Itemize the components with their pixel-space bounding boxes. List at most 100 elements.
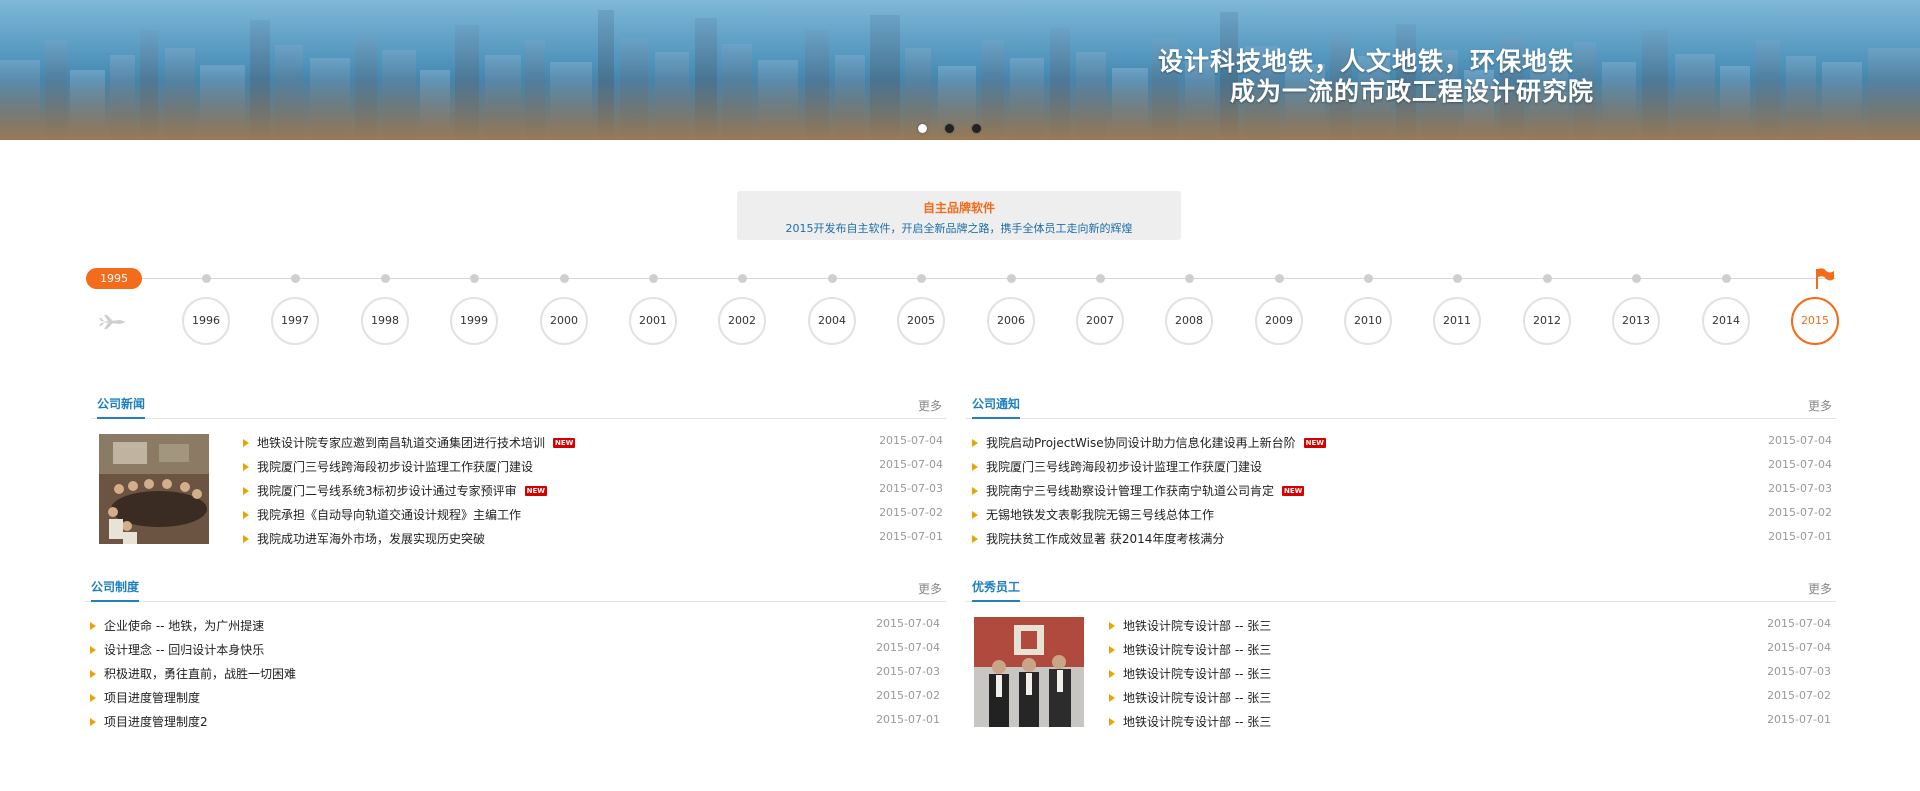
list-item[interactable]: 无锡地铁发文表彰我院无锡三号线总体工作 2015-07-02 bbox=[972, 506, 1832, 523]
timeline-year-2009[interactable]: 2009 bbox=[1255, 297, 1303, 345]
timeline-year-1996[interactable]: 1996 bbox=[182, 297, 230, 345]
list-item[interactable]: 我院厦门三号线跨海段初步设计监理工作获厦门建设 2015-07-04 bbox=[243, 458, 943, 475]
list-item[interactable]: 设计理念 -- 回归设计本身快乐 2015-07-04 bbox=[90, 641, 940, 658]
list-item-title[interactable]: 地铁设计院专家应邀到南昌轨道交通集团进行技术培训 bbox=[257, 436, 545, 450]
staff-photo-image[interactable] bbox=[974, 617, 1084, 727]
timeline-year-2006[interactable]: 2006 bbox=[987, 297, 1035, 345]
list-item-title[interactable]: 项目进度管理制度 bbox=[104, 691, 200, 705]
list-item[interactable]: 我院厦门二号线系统3标初步设计通过专家预评审 NEW 2015-07-03 bbox=[243, 482, 943, 499]
panel-header: 公司新闻 更多 bbox=[91, 392, 946, 419]
list-item[interactable]: 积极进取，勇往直前，战胜一切困难 2015-07-03 bbox=[90, 665, 940, 682]
timeline-marker bbox=[1096, 274, 1105, 283]
list-item-title[interactable]: 我院厦门三号线跨海段初步设计监理工作获厦门建设 bbox=[257, 460, 533, 474]
timeline-start-year[interactable]: 1995 bbox=[86, 268, 142, 289]
list-item[interactable]: 我院承担《自动导向轨道交通设计规程》主编工作 2015-07-02 bbox=[243, 506, 943, 523]
list-item-title[interactable]: 地铁设计院专设计部 -- 张三 bbox=[1123, 619, 1271, 633]
timeline-marker bbox=[202, 274, 211, 283]
city-skyline-image bbox=[0, 10, 1920, 140]
list-item-title[interactable]: 我院厦门二号线系统3标初步设计通过专家预评审 bbox=[257, 484, 517, 498]
list-item[interactable]: 地铁设计院专设计部 -- 张三 2015-07-04 bbox=[1109, 641, 1831, 658]
timeline-year-2014[interactable]: 2014 bbox=[1702, 297, 1750, 345]
timeline-year-2010[interactable]: 2010 bbox=[1344, 297, 1392, 345]
timeline-marker bbox=[470, 274, 479, 283]
list-item-title[interactable]: 我院启动ProjectWise协同设计助力信息化建设再上新台阶 bbox=[986, 436, 1296, 450]
panel-header: 优秀员工 更多 bbox=[966, 575, 1836, 602]
list-item-date: 2015-07-04 bbox=[879, 458, 943, 471]
timeline-marker bbox=[1007, 274, 1016, 283]
list-item-date: 2015-07-01 bbox=[1767, 713, 1831, 726]
list-item-title[interactable]: 地铁设计院专设计部 -- 张三 bbox=[1123, 715, 1271, 729]
list-item-title[interactable]: 地铁设计院专设计部 -- 张三 bbox=[1123, 667, 1271, 681]
list-item-title[interactable]: 地铁设计院专设计部 -- 张三 bbox=[1123, 691, 1271, 705]
timeline-year-2015[interactable]: 2015 bbox=[1791, 297, 1839, 345]
list-item-date: 2015-07-01 bbox=[876, 713, 940, 726]
timeline-year-2002[interactable]: 2002 bbox=[718, 297, 766, 345]
more-link[interactable]: 更多 bbox=[1808, 397, 1832, 414]
bullet-arrow-icon bbox=[90, 670, 96, 678]
timeline-year-2001[interactable]: 2001 bbox=[629, 297, 677, 345]
timeline-year-2013[interactable]: 2013 bbox=[1612, 297, 1660, 345]
list-item[interactable]: 我院南宁三号线勘察设计管理工作获南宁轨道公司肯定 NEW 2015-07-03 bbox=[972, 482, 1832, 499]
feature-subtitle: 2015开发布自主软件，开启全新品牌之路，携手全体员工走向新的辉煌 bbox=[785, 222, 1133, 235]
carousel-dot-active[interactable] bbox=[945, 124, 954, 133]
list-item-date: 2015-07-04 bbox=[1767, 641, 1831, 654]
list-item-title[interactable]: 我院厦门三号线跨海段初步设计监理工作获厦门建设 bbox=[986, 460, 1262, 474]
bullet-arrow-icon bbox=[243, 487, 249, 495]
carousel-dots bbox=[918, 124, 981, 133]
bullet-arrow-icon bbox=[972, 511, 978, 519]
bullet-arrow-icon bbox=[90, 622, 96, 630]
timeline-year-1998[interactable]: 1998 bbox=[361, 297, 409, 345]
list-item[interactable]: 项目进度管理制度2 2015-07-01 bbox=[90, 713, 940, 730]
list-item-title[interactable]: 我院扶贫工作成效显著 获2014年度考核满分 bbox=[986, 532, 1224, 546]
timeline-marker bbox=[1275, 274, 1284, 283]
bullet-arrow-icon bbox=[90, 646, 96, 654]
more-link[interactable]: 更多 bbox=[1808, 580, 1832, 597]
list-item-date: 2015-07-01 bbox=[1768, 530, 1832, 543]
list-item-date: 2015-07-04 bbox=[1768, 458, 1832, 471]
list-item-title[interactable]: 企业使命 -- 地铁，为广州提速 bbox=[104, 619, 264, 633]
timeline-year-2012[interactable]: 2012 bbox=[1523, 297, 1571, 345]
bullet-arrow-icon bbox=[243, 535, 249, 543]
timeline-marker bbox=[738, 274, 747, 283]
timeline-marker bbox=[1632, 274, 1641, 283]
list-item-title[interactable]: 地铁设计院专设计部 -- 张三 bbox=[1123, 643, 1271, 657]
carousel-dot[interactable] bbox=[972, 124, 981, 133]
list-item[interactable]: 地铁设计院专设计部 -- 张三 2015-07-01 bbox=[1109, 713, 1831, 730]
bullet-arrow-icon bbox=[972, 487, 978, 495]
list-item[interactable]: 地铁设计院专设计部 -- 张三 2015-07-04 bbox=[1109, 617, 1831, 634]
list-item[interactable]: 企业使命 -- 地铁，为广州提速 2015-07-04 bbox=[90, 617, 940, 634]
timeline-year-2011[interactable]: 2011 bbox=[1433, 297, 1481, 345]
hero-banner[interactable]: 设计科技地铁，人文地铁，环保地铁 成为一流的市政工程设计研究院 bbox=[0, 0, 1920, 140]
new-badge: NEW bbox=[1303, 438, 1327, 448]
list-item[interactable]: 我院扶贫工作成效显著 获2014年度考核满分 2015-07-01 bbox=[972, 530, 1832, 547]
timeline-year-2007[interactable]: 2007 bbox=[1076, 297, 1124, 345]
list-item-title[interactable]: 积极进取，勇往直前，战胜一切困难 bbox=[104, 667, 296, 681]
timeline-year-2008[interactable]: 2008 bbox=[1165, 297, 1213, 345]
timeline-year-2000[interactable]: 2000 bbox=[540, 297, 588, 345]
timeline-year-1999[interactable]: 1999 bbox=[450, 297, 498, 345]
list-item-title[interactable]: 我院南宁三号线勘察设计管理工作获南宁轨道公司肯定 bbox=[986, 484, 1274, 498]
timeline: 1995 1996 1997 1998 1999 2000 2001 2002 2004 200… bbox=[0, 262, 1920, 352]
list-item-title[interactable]: 我院成功进军海外市场，发展实现历史突破 bbox=[257, 532, 485, 546]
more-link[interactable]: 更多 bbox=[918, 397, 942, 414]
bullet-arrow-icon bbox=[1109, 694, 1115, 702]
list-item[interactable]: 我院启动ProjectWise协同设计助力信息化建设再上新台阶 NEW 2015-0… bbox=[972, 434, 1832, 451]
list-item-title[interactable]: 我院承担《自动导向轨道交通设计规程》主编工作 bbox=[257, 508, 521, 522]
news-thumbnail-image[interactable] bbox=[99, 434, 209, 544]
list-item-title[interactable]: 项目进度管理制度2 bbox=[104, 715, 208, 729]
list-item-title[interactable]: 无锡地铁发文表彰我院无锡三号线总体工作 bbox=[986, 508, 1214, 522]
timeline-year-2004[interactable]: 2004 bbox=[808, 297, 856, 345]
list-item[interactable]: 地铁设计院专设计部 -- 张三 2015-07-02 bbox=[1109, 689, 1831, 706]
list-item-title[interactable]: 设计理念 -- 回归设计本身快乐 bbox=[104, 643, 264, 657]
list-item[interactable]: 地铁设计院专设计部 -- 张三 2015-07-03 bbox=[1109, 665, 1831, 682]
list-item[interactable]: 我院成功进军海外市场，发展实现历史突破 2015-07-01 bbox=[243, 530, 943, 547]
list-item[interactable]: 我院厦门三号线跨海段初步设计监理工作获厦门建设 2015-07-04 bbox=[972, 458, 1832, 475]
more-link[interactable]: 更多 bbox=[918, 580, 942, 597]
list-item-date: 2015-07-04 bbox=[879, 434, 943, 447]
list-item[interactable]: 项目进度管理制度 2015-07-02 bbox=[90, 689, 940, 706]
timeline-year-2005[interactable]: 2005 bbox=[897, 297, 945, 345]
timeline-year-1997[interactable]: 1997 bbox=[271, 297, 319, 345]
list-item[interactable]: 地铁设计院专家应邀到南昌轨道交通集团进行技术培训 NEW 2015-07-04 bbox=[243, 434, 943, 451]
bullet-arrow-icon bbox=[243, 439, 249, 447]
carousel-dot[interactable] bbox=[918, 124, 927, 133]
